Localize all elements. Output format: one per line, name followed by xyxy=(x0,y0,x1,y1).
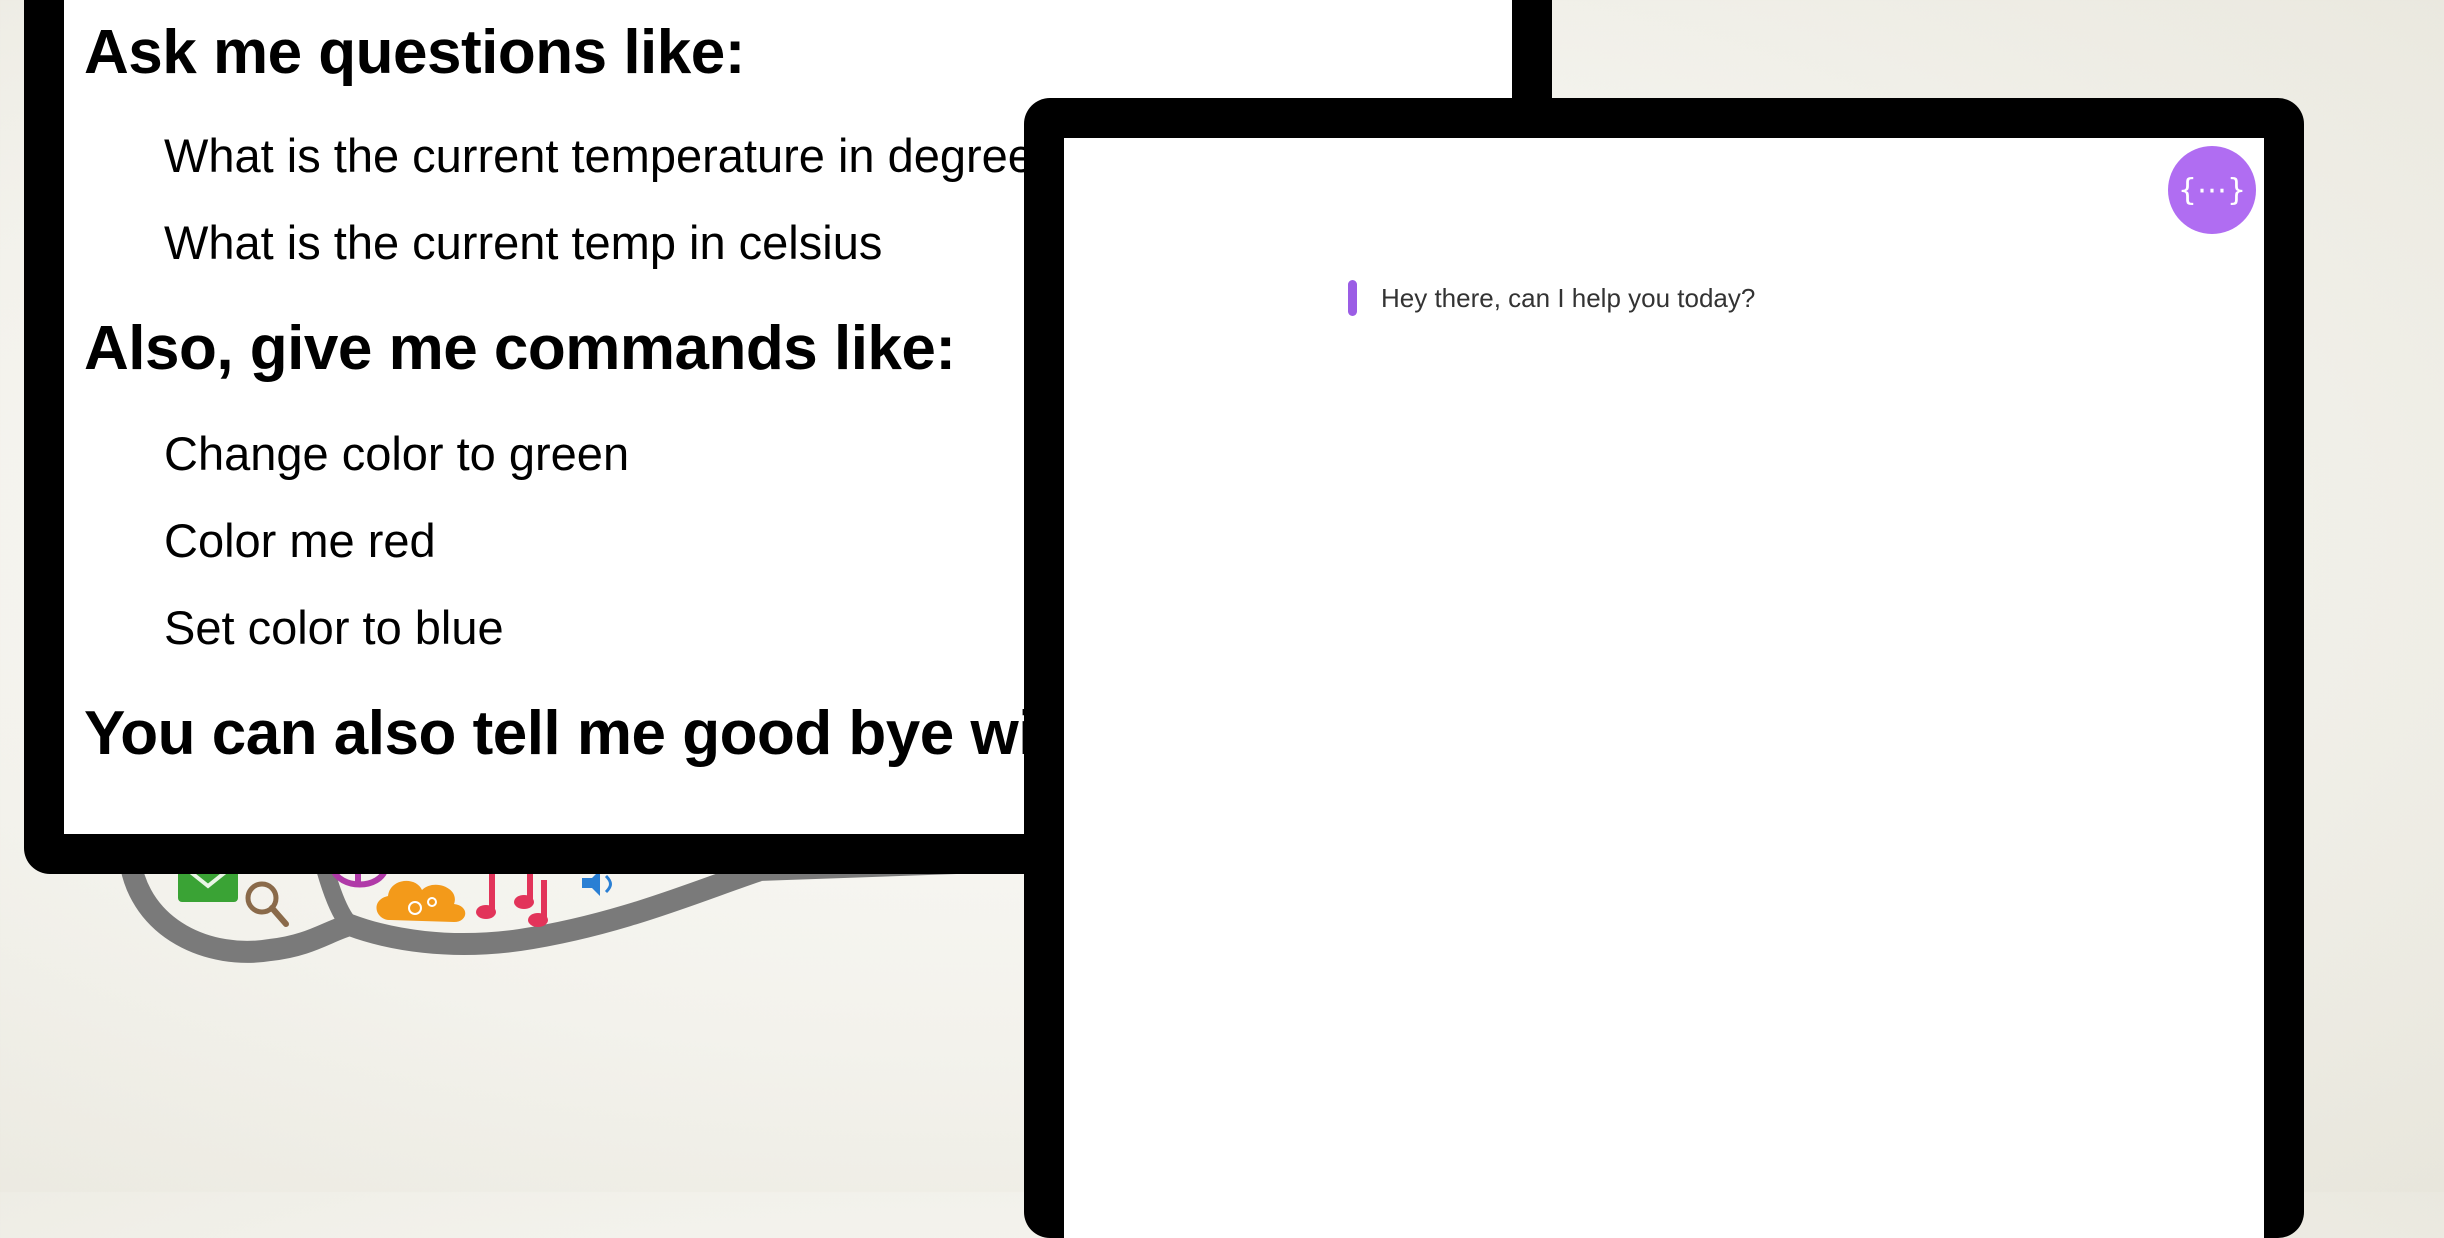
brain-outline xyxy=(119,848,1080,1000)
bot-message: Hey there, can I help you today? xyxy=(1348,280,1755,316)
bot-message-text: Hey there, can I help you today? xyxy=(1381,282,1756,313)
chat-conversation-area[interactable]: {⋯} Hey there, can I help you today? xyxy=(1064,138,2264,1238)
curly-braces-bot-icon[interactable]: {⋯} xyxy=(2168,146,2256,234)
message-accent-bar xyxy=(1348,280,1357,316)
questions-heading: Ask me questions like: xyxy=(84,18,745,87)
search-icon xyxy=(245,881,289,927)
chat-window: {⋯} Hey there, can I help you today? xyxy=(1024,98,2304,1238)
cloud-gear-icon xyxy=(376,880,466,922)
